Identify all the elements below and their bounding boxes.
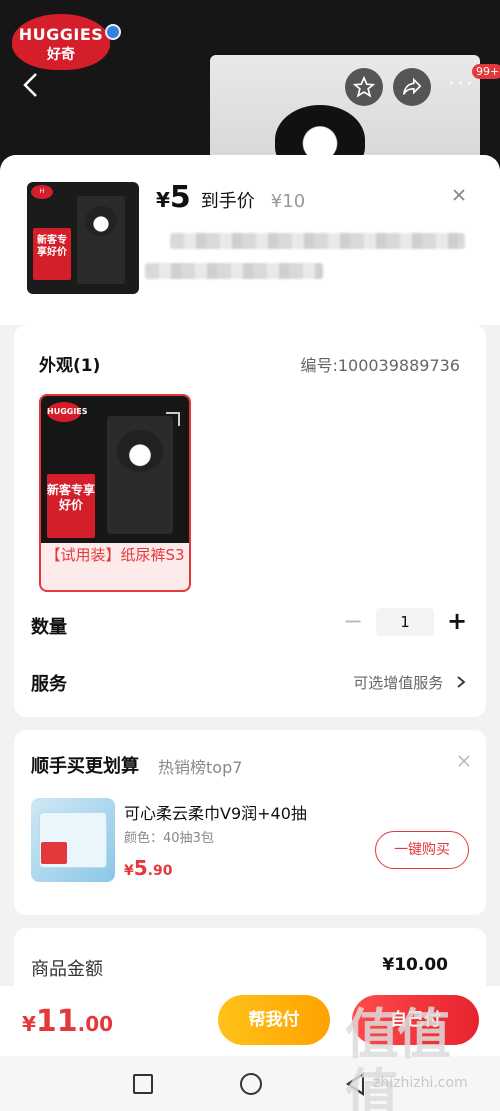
share-button[interactable] [393, 68, 431, 106]
total-dec: .00 [77, 1012, 114, 1036]
help-pay-button[interactable]: 帮我付 [218, 995, 330, 1045]
brand-logo-line2: 好奇 [47, 47, 75, 63]
variant-brand-logo: HUGGIES [47, 402, 88, 422]
quantity-increase-button[interactable]: + [444, 609, 470, 635]
status-icon [105, 24, 121, 40]
recommend-card: 顺手买更划算 热销榜top7 可心柔云柔巾V9润+40抽 颜色：40抽3包 ¥5… [14, 730, 486, 915]
amount-value: ¥10.00 [382, 955, 448, 975]
product-code: 编号:100039889736 [300, 356, 460, 375]
recommend-subtitle: 热销榜top7 [158, 758, 243, 777]
purchase-sheet: H 新客专享好价 ¥ 5 到手价 ¥10 外观(1) 编号:1000398897… [0, 155, 500, 1111]
service-selector[interactable]: 可选增值服务 [353, 672, 468, 693]
watermark-url: zhizhizhi.com [373, 1075, 468, 1091]
price-label: 到手价 [200, 191, 255, 212]
brand-logo-line1: HUGGIES [18, 25, 104, 44]
variant-image: HUGGIES 新客专享好价 [41, 396, 189, 543]
recommend-price-dec: .90 [147, 863, 173, 879]
price-symbol: ¥ [156, 188, 170, 212]
chevron-right-icon [457, 676, 466, 688]
recommend-close-button[interactable] [458, 748, 470, 772]
watermark-mark: 值值值 [345, 1003, 451, 1111]
home-icon[interactable] [240, 1073, 262, 1095]
tissue-tag-image [41, 842, 67, 864]
variant-promo-tag: 新客专享好价 [47, 474, 95, 538]
total-price: ¥11.00 [22, 1004, 113, 1039]
quantity-stepper: − 1 + [340, 608, 470, 636]
one-click-buy-button[interactable]: 一键购买 [375, 831, 469, 869]
quantity-label: 数量 [31, 617, 67, 638]
close-button[interactable] [448, 185, 470, 207]
quantity-input[interactable]: 1 [376, 608, 434, 636]
service-hint-text: 可选增值服务 [353, 674, 444, 692]
recommend-price-int: 5 [133, 856, 148, 880]
variant-label: 【试用装】纸尿裤S3 [45, 546, 185, 564]
star-icon [353, 76, 375, 98]
favorite-button[interactable] [345, 68, 383, 106]
thumb-promo-tag: 新客专享好价 [33, 228, 71, 280]
chevron-left-icon [23, 73, 37, 97]
cart-badge: 99+ [472, 64, 500, 79]
recommend-title: 顺手买更划算 [31, 756, 139, 777]
amount-label: 商品金额 [31, 959, 103, 980]
recommend-product-spec: 颜色：40抽3包 [124, 831, 214, 846]
blurred-title-line-2 [145, 263, 323, 279]
quantity-decrease-button[interactable]: − [340, 609, 366, 635]
sheet-header: H 新客专享好价 ¥ 5 到手价 ¥10 [0, 155, 500, 325]
recent-apps-icon[interactable] [133, 1074, 153, 1094]
product-thumbnail[interactable]: H 新客专享好价 [27, 182, 139, 294]
variant-penguin-image [117, 430, 163, 472]
appearance-title: 外观(1) [39, 356, 101, 376]
original-price: ¥10 [270, 191, 306, 212]
price-line: ¥ 5 到手价 ¥10 [156, 180, 305, 215]
service-label: 服务 [31, 674, 67, 695]
close-icon [458, 755, 470, 767]
more-dots-icon[interactable]: ··· [448, 72, 475, 97]
blurred-title-line-1 [170, 233, 465, 249]
price-value: 5 [169, 180, 191, 215]
recommend-product-image[interactable] [31, 798, 115, 882]
variant-option-selected[interactable]: HUGGIES 新客专享好价 【试用装】纸尿裤S3 [39, 394, 191, 592]
watermark: 值值值 zhizhizhi.com [345, 1005, 495, 1111]
appearance-card: 外观(1) 编号:100039889736 HUGGIES 新客专享好价 【试用… [14, 325, 486, 717]
expand-icon[interactable] [166, 412, 180, 426]
total-int: 11 [35, 1004, 78, 1039]
mini-penguin-image [85, 206, 117, 236]
total-symbol: ¥ [22, 1012, 36, 1036]
back-button[interactable] [20, 70, 50, 100]
close-icon [453, 189, 465, 201]
brand-logo: HUGGIES 好奇 [12, 14, 110, 70]
recommend-price: ¥5.90 [124, 856, 172, 880]
recommend-price-symbol: ¥ [124, 863, 134, 879]
product-background: HUGGIES 好奇 ··· 99+ [0, 0, 500, 170]
mini-brand-logo: H [31, 185, 53, 199]
recommend-product-name[interactable]: 可心柔云柔巾V9润+40抽 [124, 800, 307, 824]
share-icon [402, 77, 422, 95]
